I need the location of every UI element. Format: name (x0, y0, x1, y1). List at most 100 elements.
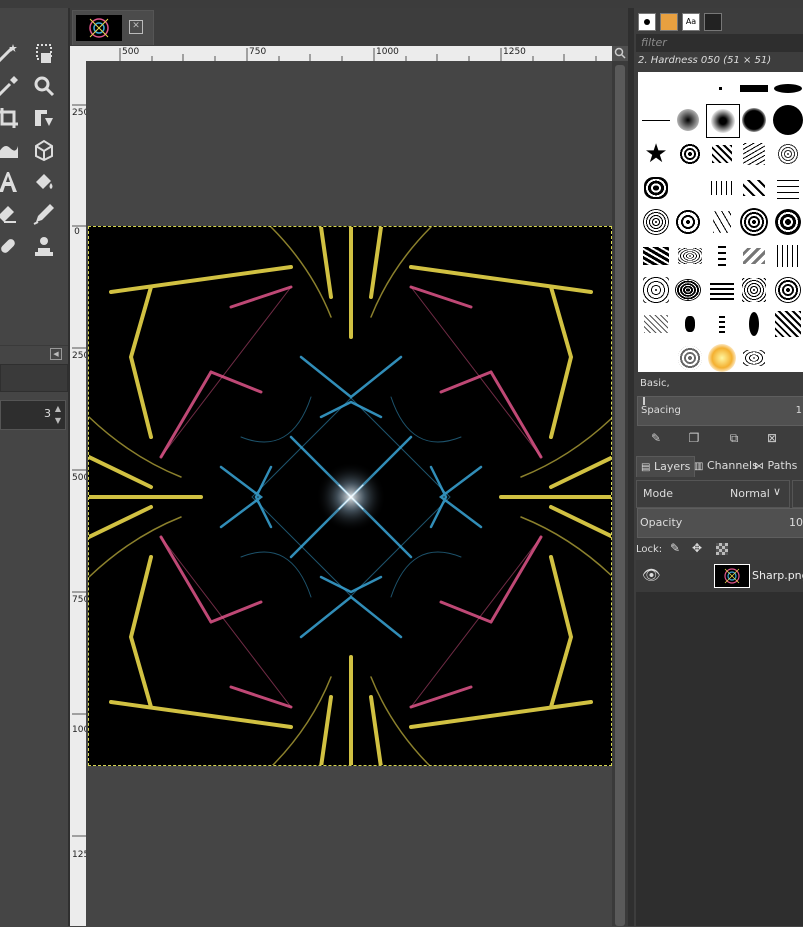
ruler-label: 750 (72, 595, 86, 605)
document-history-tab-icon[interactable] (704, 13, 722, 31)
close-tab-icon[interactable]: ✕ (129, 20, 143, 34)
brush-item[interactable] (674, 342, 706, 372)
layer-row[interactable]: 👁 Sharp.png (636, 560, 803, 592)
spin-down-icon[interactable]: ▼ (53, 415, 63, 427)
brush-item[interactable] (640, 172, 672, 204)
transform-tool-icon[interactable] (30, 104, 58, 132)
brush-item[interactable] (772, 274, 803, 306)
brush-dock-tabs: Aa (636, 10, 803, 32)
brush-item[interactable] (772, 104, 803, 136)
new-brush-icon[interactable]: ❐ (686, 430, 702, 446)
brush-tags[interactable]: Basic, (638, 376, 803, 392)
brush-item[interactable] (706, 308, 738, 340)
perspective-tool-icon[interactable] (30, 136, 58, 164)
brush-item[interactable] (738, 206, 770, 238)
zoom-tool-icon[interactable] (30, 72, 58, 100)
edit-brush-icon[interactable]: ✎ (648, 430, 664, 446)
brush-filter-input[interactable]: filter (636, 34, 803, 52)
brush-item[interactable] (640, 104, 672, 136)
brush-item[interactable] (674, 240, 706, 272)
opacity-slider[interactable]: Opacity 10 (637, 508, 803, 538)
brush-item[interactable] (674, 138, 706, 170)
mode-toggle-button[interactable] (792, 480, 803, 508)
free-select-tool-icon[interactable] (30, 40, 58, 68)
image-canvas[interactable] (88, 226, 612, 766)
image-tab[interactable]: ✕ (72, 10, 154, 45)
tab-paths[interactable]: ⋈ Paths (750, 456, 801, 476)
brushes-tab-icon[interactable] (638, 13, 656, 31)
vertical-ruler[interactable]: 250 0 250 500 750 1000 1250 (70, 61, 86, 926)
crop-tool-icon[interactable] (0, 104, 22, 132)
layer-name: Sharp.png (752, 569, 803, 582)
duplicate-brush-icon[interactable]: ⧉ (726, 430, 742, 446)
lock-position-icon[interactable]: ✥ (692, 541, 702, 555)
lock-alpha-icon[interactable] (716, 543, 728, 555)
mode-value: Normal (730, 487, 770, 500)
brush-item[interactable] (674, 308, 706, 340)
brush-item[interactable] (738, 308, 770, 340)
bucket-fill-tool-icon[interactable] (30, 168, 58, 196)
visibility-eye-icon[interactable]: 👁 (642, 566, 661, 584)
brush-item[interactable] (672, 274, 704, 306)
fonts-tab-icon[interactable]: Aa (682, 13, 700, 31)
mode-select[interactable]: Mode Normal ∨ (636, 480, 790, 508)
brush-item[interactable] (772, 308, 803, 340)
panel-menu-icon[interactable]: ◀ (50, 348, 62, 360)
brush-item[interactable] (706, 342, 738, 372)
chevron-down-icon: ∨ (773, 485, 782, 498)
brush-item[interactable] (706, 206, 738, 238)
selected-brush-name: 2. Hardness 050 (51 × 51) (636, 54, 803, 70)
brush-item[interactable] (738, 104, 770, 136)
brush-item[interactable] (772, 240, 803, 272)
delete-brush-icon[interactable]: ⊠ (764, 430, 780, 446)
spacing-slider[interactable]: Spacing 1 (637, 396, 803, 426)
brush-item[interactable] (772, 172, 803, 204)
brush-item[interactable] (640, 206, 672, 238)
brush-item-selected[interactable] (706, 104, 740, 138)
brush-tag-text: Basic, (640, 378, 670, 389)
image-tab-thumbnail (76, 15, 122, 41)
brush-item[interactable] (738, 138, 770, 170)
brush-item[interactable] (640, 308, 672, 340)
clone-tool-icon[interactable] (30, 232, 58, 260)
ink-tool-icon[interactable] (30, 200, 58, 228)
ruler-label: 750 (249, 47, 267, 57)
layer-list[interactable]: 👁 Sharp.png (636, 560, 803, 926)
brush-item[interactable] (772, 206, 803, 238)
fuzzy-select-tool-icon[interactable] (0, 40, 22, 68)
brush-item[interactable] (672, 206, 704, 238)
brush-item[interactable] (772, 138, 803, 170)
brush-item[interactable] (706, 138, 738, 170)
brush-item[interactable] (738, 274, 770, 306)
eraser-tool-icon[interactable] (0, 200, 22, 228)
brush-item[interactable] (772, 72, 803, 104)
brush-grid[interactable]: ★ (638, 72, 803, 372)
brush-item[interactable] (704, 72, 736, 104)
ruler-label: 250 (72, 108, 86, 118)
tab-layers[interactable]: ▤ Layers (636, 456, 696, 477)
brush-item-star-icon[interactable]: ★ (640, 138, 672, 170)
brush-item[interactable] (738, 172, 770, 204)
patterns-tab-icon[interactable] (660, 13, 678, 31)
brush-item[interactable] (672, 104, 704, 136)
size-spinbox[interactable]: 3 ▲ ▼ (0, 400, 66, 430)
horizontal-ruler[interactable]: 500 750 1000 1250 (88, 46, 612, 61)
top-strip (0, 0, 803, 8)
spin-up-icon[interactable]: ▲ (53, 403, 63, 415)
lock-pixels-icon[interactable]: ✎ (670, 541, 680, 555)
warp-tool-icon[interactable] (0, 136, 22, 164)
brush-item[interactable] (738, 240, 770, 272)
heal-tool-icon[interactable] (0, 232, 22, 260)
navigate-icon[interactable] (612, 46, 628, 61)
brush-item[interactable] (738, 72, 770, 104)
brush-item[interactable] (640, 240, 672, 272)
text-tool-icon[interactable] (0, 168, 22, 196)
brush-item[interactable] (738, 342, 770, 372)
brush-item[interactable] (706, 240, 738, 272)
brush-item[interactable] (706, 274, 738, 306)
scrollbar-thumb[interactable] (615, 65, 625, 926)
brush-item[interactable] (640, 274, 672, 306)
brush-item[interactable] (706, 172, 738, 204)
tab-label: Paths (767, 459, 798, 472)
color-picker-tool-icon[interactable] (0, 72, 22, 100)
